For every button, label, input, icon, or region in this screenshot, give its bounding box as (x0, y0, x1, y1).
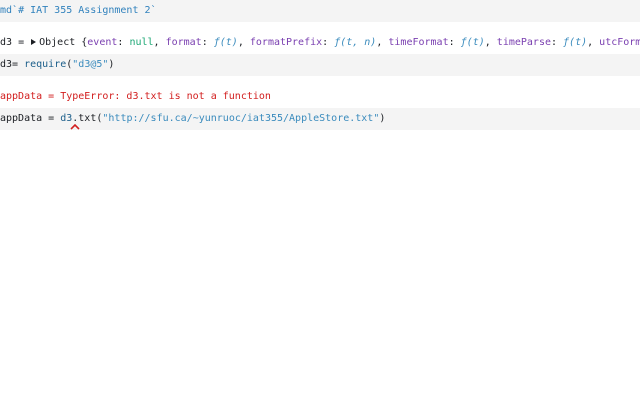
entry-value: ƒ(t, n) (334, 37, 377, 48)
md-tag: md` (0, 5, 19, 16)
object-type[interactable]: Object (39, 37, 75, 48)
d3-output-cell: d3 = Object {event: null, format: ƒ(t), … (0, 32, 640, 54)
paren-close: ) (379, 113, 386, 124)
object-entries: event: null, format: ƒ(t), formatPrefix:… (87, 37, 640, 48)
entry-separator: : (117, 37, 130, 48)
brace-open: { (75, 37, 88, 48)
function-name: require (24, 59, 67, 70)
equals-sign: = (12, 59, 25, 70)
entry-value: ƒ(t) (460, 37, 485, 48)
entry-comma: , (237, 37, 250, 48)
markdown-text: # IAT 355 Assignment 2 (18, 5, 151, 16)
entry-comma: , (153, 37, 166, 48)
object-entry: timeFormat: ƒ(t), (388, 37, 496, 48)
entry-separator: : (550, 37, 564, 48)
equals-sign: = (12, 37, 31, 48)
object-entry: formatPrefix: ƒ(t, n), (250, 37, 389, 48)
entry-key: timeFormat (388, 37, 449, 48)
object-entry: utcFormat: ƒ(t), (599, 37, 640, 48)
entry-key: event (87, 37, 118, 48)
entry-key: format (165, 37, 202, 48)
object-entry: timeParse: ƒ(t), (497, 37, 599, 48)
entry-comma: , (587, 37, 600, 48)
title-markdown-cell[interactable]: md`# IAT 355 Assignment 2` (0, 0, 640, 22)
object-entry: event: null, (87, 37, 165, 48)
d3-source-cell[interactable]: d3= require("d3@5") (0, 54, 640, 76)
error-caret-icon (70, 124, 80, 130)
appdata-error-output: appData = TypeError: d3.txt is not a fun… (0, 91, 271, 102)
method-name: .txt (72, 113, 97, 124)
expand-triangle-icon[interactable] (31, 39, 37, 45)
output-name: d3 (0, 37, 13, 48)
entry-comma: , (484, 37, 497, 48)
object-entry: format: ƒ(t), (166, 37, 250, 48)
url-string-argument: "http://sfu.ca/~yunruoc/iat355/AppleStor… (102, 113, 380, 124)
source-lhs: d3 (0, 59, 13, 70)
entry-value: null (129, 37, 154, 48)
string-argument: "d3@5" (72, 59, 109, 70)
entry-separator: : (322, 37, 335, 48)
notebook: md`# IAT 355 Assignment 2` d3 = Object {… (0, 0, 640, 400)
entry-key: formatPrefix (249, 37, 323, 48)
appdata-source-cell[interactable]: appData = d3.txt("http://sfu.ca/~yunruoc… (0, 108, 640, 130)
entry-key: timeParse (496, 37, 551, 48)
entry-separator: : (201, 37, 214, 48)
source-lhs: appData (0, 113, 43, 124)
entry-comma: , (376, 37, 389, 48)
entry-value: ƒ(t) (213, 37, 238, 48)
equals-sign: = (42, 113, 61, 124)
entry-value: ƒ(t) (563, 37, 588, 48)
md-close: ` (150, 5, 157, 16)
object-name: d3 (60, 113, 73, 124)
entry-key: utcFormat (599, 37, 640, 48)
paren-close: ) (108, 59, 115, 70)
entry-separator: : (448, 37, 461, 48)
